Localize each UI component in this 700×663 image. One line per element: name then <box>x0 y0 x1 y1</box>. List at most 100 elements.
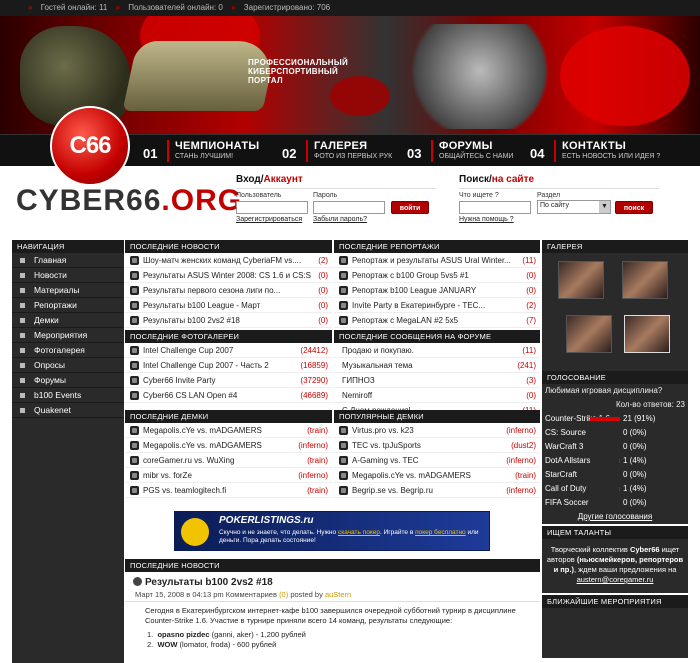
poll-question: Любимая игровая дисциплина? <box>545 386 663 395</box>
panel-header: ПОСЛЕДНИЕ ДЕМКИ <box>125 410 332 423</box>
gallery-thumbnail[interactable] <box>622 261 668 299</box>
article-title[interactable]: Результаты b100 2vs2 #18 <box>133 577 273 588</box>
report-icon <box>339 301 348 310</box>
list-item[interactable]: Megapolis.cYe vs. mADGAMERS (train) <box>334 468 540 483</box>
menu-championships[interactable]: 01 ЧЕМПИОНАТЫ СТАНЬ ЛУЧШИМ! <box>143 136 271 164</box>
comments-count[interactable]: (0) <box>279 590 288 599</box>
list-item[interactable]: Invite Party в Екатеринбурге - ТЕС... (2) <box>334 298 540 313</box>
gallery-thumbnails <box>542 253 688 371</box>
poker-advert-banner[interactable]: POKERLISTINGS.ru Скучно и не знаете, что… <box>174 511 490 551</box>
forum-posts-panel: ПОСЛЕДНИЕ СООБЩЕНИЯ НА ФОРУМЕ Продаю и п… <box>334 330 540 418</box>
list-item[interactable]: Begrip.se vs. Begrip.ru (inferno) <box>334 483 540 498</box>
list-item[interactable]: Nemiroff (0) <box>334 388 540 403</box>
report-icon <box>339 271 348 280</box>
download-poker-link[interactable]: скачать покер <box>338 529 380 536</box>
poll-option: CS: Source 0 (0%) <box>545 428 647 437</box>
menu-subtitle: СТАНЬ ЛУЧШИМ! <box>175 153 234 160</box>
events-header: БЛИЖАЙШИЕ МЕРОПРИЯТИЯ <box>542 595 688 608</box>
nav-item-home[interactable]: Главная <box>12 253 124 268</box>
menu-number: 01 <box>143 146 158 161</box>
help-link[interactable]: Нужна помощь ? <box>459 216 514 223</box>
forgot-password-link[interactable]: Забыли пароль? <box>313 216 367 223</box>
nav-item-demos[interactable]: Демки <box>12 313 124 328</box>
list-item[interactable]: Cyber66 Invite Party (37290) <box>125 373 332 388</box>
list-item[interactable]: Intel Challenge Cup 2007 - Часть 2 (16859… <box>125 358 332 373</box>
news-icon <box>130 286 139 295</box>
latest-photo-galleries-panel: ПОСЛЕДНИЕ ФОТОГАЛЕРЕИ Intel Challenge Cu… <box>125 330 332 403</box>
demo-icon <box>339 456 348 465</box>
gallery-thumbnail[interactable] <box>566 315 612 353</box>
email-link[interactable]: austern@coregamer.ru <box>577 575 654 584</box>
password-label: Пароль <box>313 192 338 199</box>
list-item[interactable]: Репортаж с b100 Group 5vs5 #1 (0) <box>334 268 540 283</box>
list-item[interactable]: Megapolis.cYe vs. mADGAMERS (inferno) <box>125 438 332 453</box>
nav-item-quakenet[interactable]: Quakenet <box>12 403 124 418</box>
c66-logo-badge[interactable]: C66 <box>50 106 130 186</box>
talents-text: Творческий коллектив Cyber66 ищет авторо… <box>542 539 688 593</box>
nav-item-reports[interactable]: Репортажи <box>12 298 124 313</box>
menu-contacts[interactable]: 04 КОНТАКТЫ ЕСТЬ НОВОСТЬ ИЛИ ИДЕЯ ? <box>530 136 670 164</box>
list-item[interactable]: Репортаж b100 League JANUARY (0) <box>334 283 540 298</box>
menu-forums[interactable]: 03 ФОРУМЫ ОБЩАЙТЕСЬ С НАМИ <box>407 136 527 164</box>
list-item[interactable]: PGS vs. teamlogitech.fi (train) <box>125 483 332 498</box>
list-item[interactable]: mibr vs. forZe (inferno) <box>125 468 332 483</box>
list-item[interactable]: Virtus.pro vs. k23 (inferno) <box>334 423 540 438</box>
login-button[interactable]: войти <box>391 201 429 214</box>
list-item[interactable]: Репортаж и результаты ASUS Ural Winter..… <box>334 253 540 268</box>
list-item[interactable]: Результаты первого сезона лиги по... (0) <box>125 283 332 298</box>
nav-item-events[interactable]: Мероприятия <box>12 328 124 343</box>
nav-item-photogallery[interactable]: Фотогалерея <box>12 343 124 358</box>
photo-icon <box>130 361 139 370</box>
username-label: Пользователь <box>236 192 282 199</box>
list-item[interactable]: TEC vs. tpJuSports (dust2) <box>334 438 540 453</box>
free-poker-link[interactable]: покер бесплатно <box>415 529 466 536</box>
menu-subtitle: ОБЩАЙТЕСЬ С НАМИ <box>439 153 514 160</box>
news-icon <box>133 577 142 586</box>
list-item[interactable]: A-Gaming vs. TEC (inferno) <box>334 453 540 468</box>
robot-artwork <box>400 24 560 129</box>
demo-icon <box>339 441 348 450</box>
nav-item-polls[interactable]: Опросы <box>12 358 124 373</box>
list-item[interactable]: Результаты b100 League - Март (0) <box>125 298 332 313</box>
list-item[interactable]: Megapolis.cYe vs. mADGAMERS (train) <box>125 423 332 438</box>
author-link[interactable]: auStern <box>325 590 351 599</box>
search-input[interactable] <box>459 201 531 214</box>
panel-header: ПОСЛЕДНИЕ НОВОСТИ <box>125 240 332 253</box>
poll-bar <box>590 417 620 421</box>
register-link[interactable]: Зарегистрироваться <box>236 216 302 223</box>
photo-icon <box>130 346 139 355</box>
username-input[interactable] <box>236 201 308 214</box>
news-icon <box>130 271 139 280</box>
list-item[interactable]: ГИПНОЗ (3) <box>334 373 540 388</box>
password-input[interactable] <box>313 201 385 214</box>
list-item[interactable]: Шоу-матч женских команд CyberiaFM vs....… <box>125 253 332 268</box>
search-section-label: Раздел <box>537 192 561 199</box>
photo-icon <box>130 391 139 400</box>
nav-item-news[interactable]: Новости <box>12 268 124 283</box>
menu-gallery[interactable]: 02 ГАЛЕРЕЯ ФОТО ИЗ ПЕРВЫХ РУК <box>282 136 402 164</box>
demo-icon <box>130 426 139 435</box>
list-item[interactable]: Cyber66 CS LAN Open #4 (46689) <box>125 388 332 403</box>
nav-item-materials[interactable]: Материалы <box>12 283 124 298</box>
gallery-thumbnail[interactable] <box>558 261 604 299</box>
list-item[interactable]: Intel Challenge Cup 2007 (24412) <box>125 343 332 358</box>
list-item[interactable]: Результаты b100 2vs2 #18 (0) <box>125 313 332 328</box>
nav-item-forums[interactable]: Форумы <box>12 373 124 388</box>
list-item[interactable]: coreGamer.ru vs. WuXing (train) <box>125 453 332 468</box>
list-item[interactable]: Продаю и покупаю. (11) <box>334 343 540 358</box>
list-item[interactable]: Репортаж с MegaLAN #2 5x5 (7) <box>334 313 540 328</box>
menu-title: ЧЕМПИОНАТЫ <box>175 140 260 152</box>
section-select[interactable]: По сайту ▼ <box>537 200 611 214</box>
site-logo[interactable]: CYBER66.ORG <box>16 184 242 218</box>
poll-total: Кол-во ответов: 23 <box>616 400 685 409</box>
nav-item-b100-events[interactable]: b100 Events <box>12 388 124 403</box>
list-item[interactable]: Результаты ASUS Winter 2008: CS 1.6 и CS… <box>125 268 332 283</box>
photo-icon <box>130 376 139 385</box>
list-item[interactable]: Музыкальная тема (241) <box>334 358 540 373</box>
article-section-header: ПОСЛЕДНИЕ НОВОСТИ <box>125 559 540 572</box>
results-list: 1. opasno pizdec (ganni, aker) - 1,200 р… <box>147 630 306 650</box>
search-button[interactable]: поиск <box>615 201 653 214</box>
gallery-thumbnail[interactable] <box>624 315 670 353</box>
news-icon <box>130 301 139 310</box>
other-polls-link[interactable]: Другие голосования <box>542 512 688 521</box>
